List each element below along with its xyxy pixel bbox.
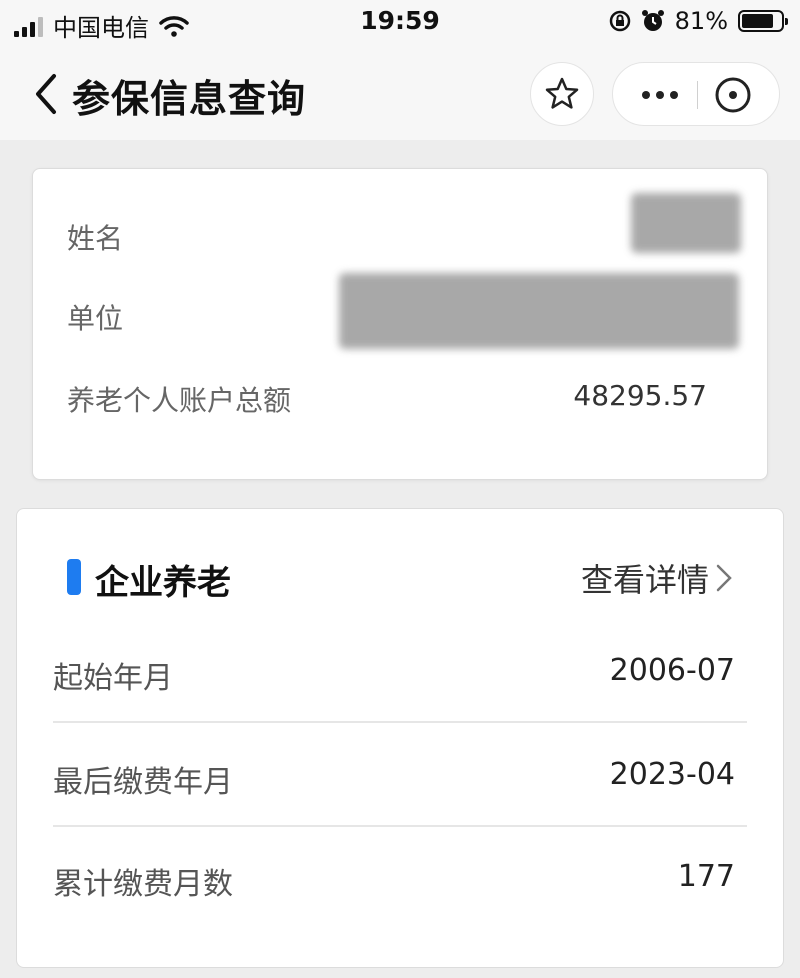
- page-title: 参保信息查询: [72, 77, 307, 121]
- battery-percent: 81%: [674, 7, 728, 35]
- row-value: 2023-04: [609, 757, 735, 792]
- nav-bar: 参保信息查询: [0, 48, 800, 140]
- unit-label: 单位: [67, 302, 124, 335]
- personal-info-card: 姓名 单位 养老个人账户总额 48295.57: [32, 168, 768, 480]
- row-value: 177: [677, 859, 735, 894]
- unit-redaction: [339, 273, 739, 349]
- chevron-left-icon[interactable]: [28, 70, 68, 118]
- view-details-label: 查看详情: [580, 561, 709, 599]
- name-label: 姓名: [67, 222, 124, 255]
- alarm-icon: [641, 10, 664, 31]
- pension-card: 企业养老 查看详情 起始年月 2006-07 最后缴费年月 2023-04 累计…: [16, 508, 784, 968]
- favorite-button[interactable]: [530, 62, 594, 126]
- row-value: 2006-07: [609, 653, 735, 688]
- chevron-right-icon: [716, 564, 732, 592]
- row-label: 累计缴费月数: [53, 867, 233, 902]
- account-total-value: 48295.57: [573, 379, 707, 412]
- orientation-lock-icon: [609, 10, 630, 32]
- close-circle-icon[interactable]: [713, 75, 753, 115]
- row-label: 最后缴费年月: [53, 765, 233, 800]
- capsule-divider: [697, 81, 698, 109]
- star-icon: [545, 77, 579, 109]
- more-icon[interactable]: [635, 63, 685, 127]
- row-label: 起始年月: [53, 661, 173, 696]
- account-total-label: 养老个人账户总额: [67, 384, 292, 417]
- status-right: 81%: [609, 7, 788, 35]
- section-title: 企业养老: [95, 563, 231, 603]
- status-bar: 中国电信 19:59 81%: [0, 0, 800, 48]
- section-marker: [67, 559, 81, 595]
- battery-icon: [738, 10, 788, 32]
- last-payment-row: 最后缴费年月 2023-04: [53, 725, 747, 827]
- view-details-link[interactable]: 查看详情: [581, 555, 733, 601]
- total-months-row: 累计缴费月数 177: [53, 827, 747, 929]
- name-redaction: [631, 193, 741, 253]
- battery-fill: [742, 14, 773, 28]
- start-date-row: 起始年月 2006-07: [53, 621, 747, 723]
- mini-program-capsule: [612, 62, 780, 126]
